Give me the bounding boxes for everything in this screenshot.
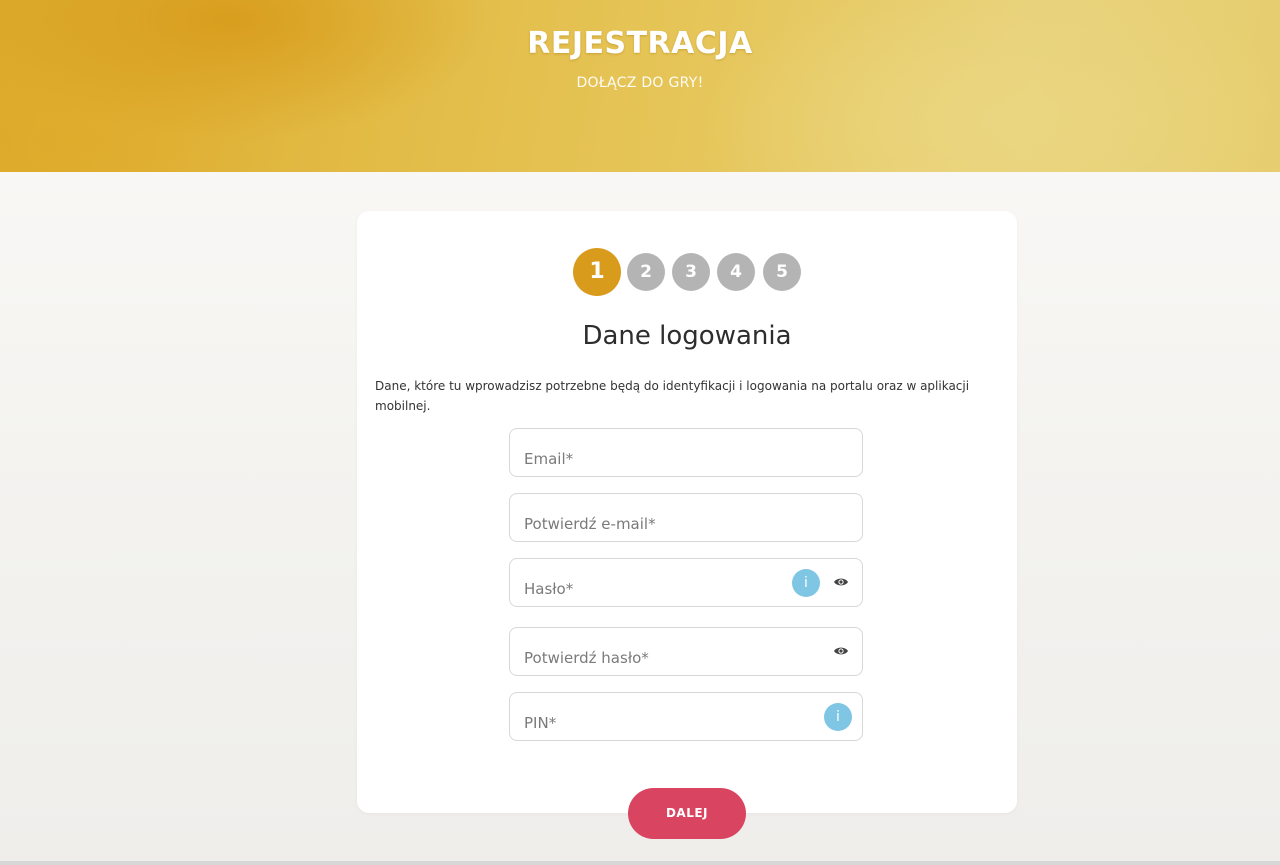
bottom-divider [0, 861, 1280, 865]
email-input[interactable] [524, 429, 784, 476]
step-2: 2 [627, 253, 665, 291]
confirm-password-eye-icon[interactable] [833, 645, 849, 657]
step-indicator: 1 2 3 4 5 [357, 248, 1017, 296]
password-eye-icon[interactable] [833, 576, 849, 588]
confirm-password-input[interactable] [524, 628, 784, 675]
confirm-email-field [509, 493, 863, 542]
section-description: Dane, które tu wprowadzisz potrzebne będ… [375, 379, 970, 413]
page-title: REJESTRACJA [527, 26, 753, 61]
step-4: 4 [717, 253, 755, 291]
email-field [509, 428, 863, 477]
header-banner: REJESTRACJA DOŁĄCZ DO GRY! [0, 0, 1280, 172]
step-3: 3 [672, 253, 710, 291]
confirm-password-field [509, 627, 863, 676]
next-button[interactable]: DALEJ [628, 788, 746, 839]
pin-info-icon[interactable]: i [824, 703, 852, 731]
step-5: 5 [763, 253, 801, 291]
pin-field: i [509, 692, 863, 741]
page-subtitle: DOŁĄCZ DO GRY! [576, 75, 704, 91]
confirm-email-input[interactable] [524, 494, 784, 541]
pin-input[interactable] [524, 693, 784, 740]
password-field: i [509, 558, 863, 607]
section-title: Dane logowania [582, 321, 792, 351]
password-input[interactable] [524, 559, 784, 606]
registration-card: 1 2 3 4 5 Dane logowania Dane, które tu … [357, 211, 1017, 813]
password-info-icon[interactable]: i [792, 569, 820, 597]
step-1: 1 [573, 248, 621, 296]
